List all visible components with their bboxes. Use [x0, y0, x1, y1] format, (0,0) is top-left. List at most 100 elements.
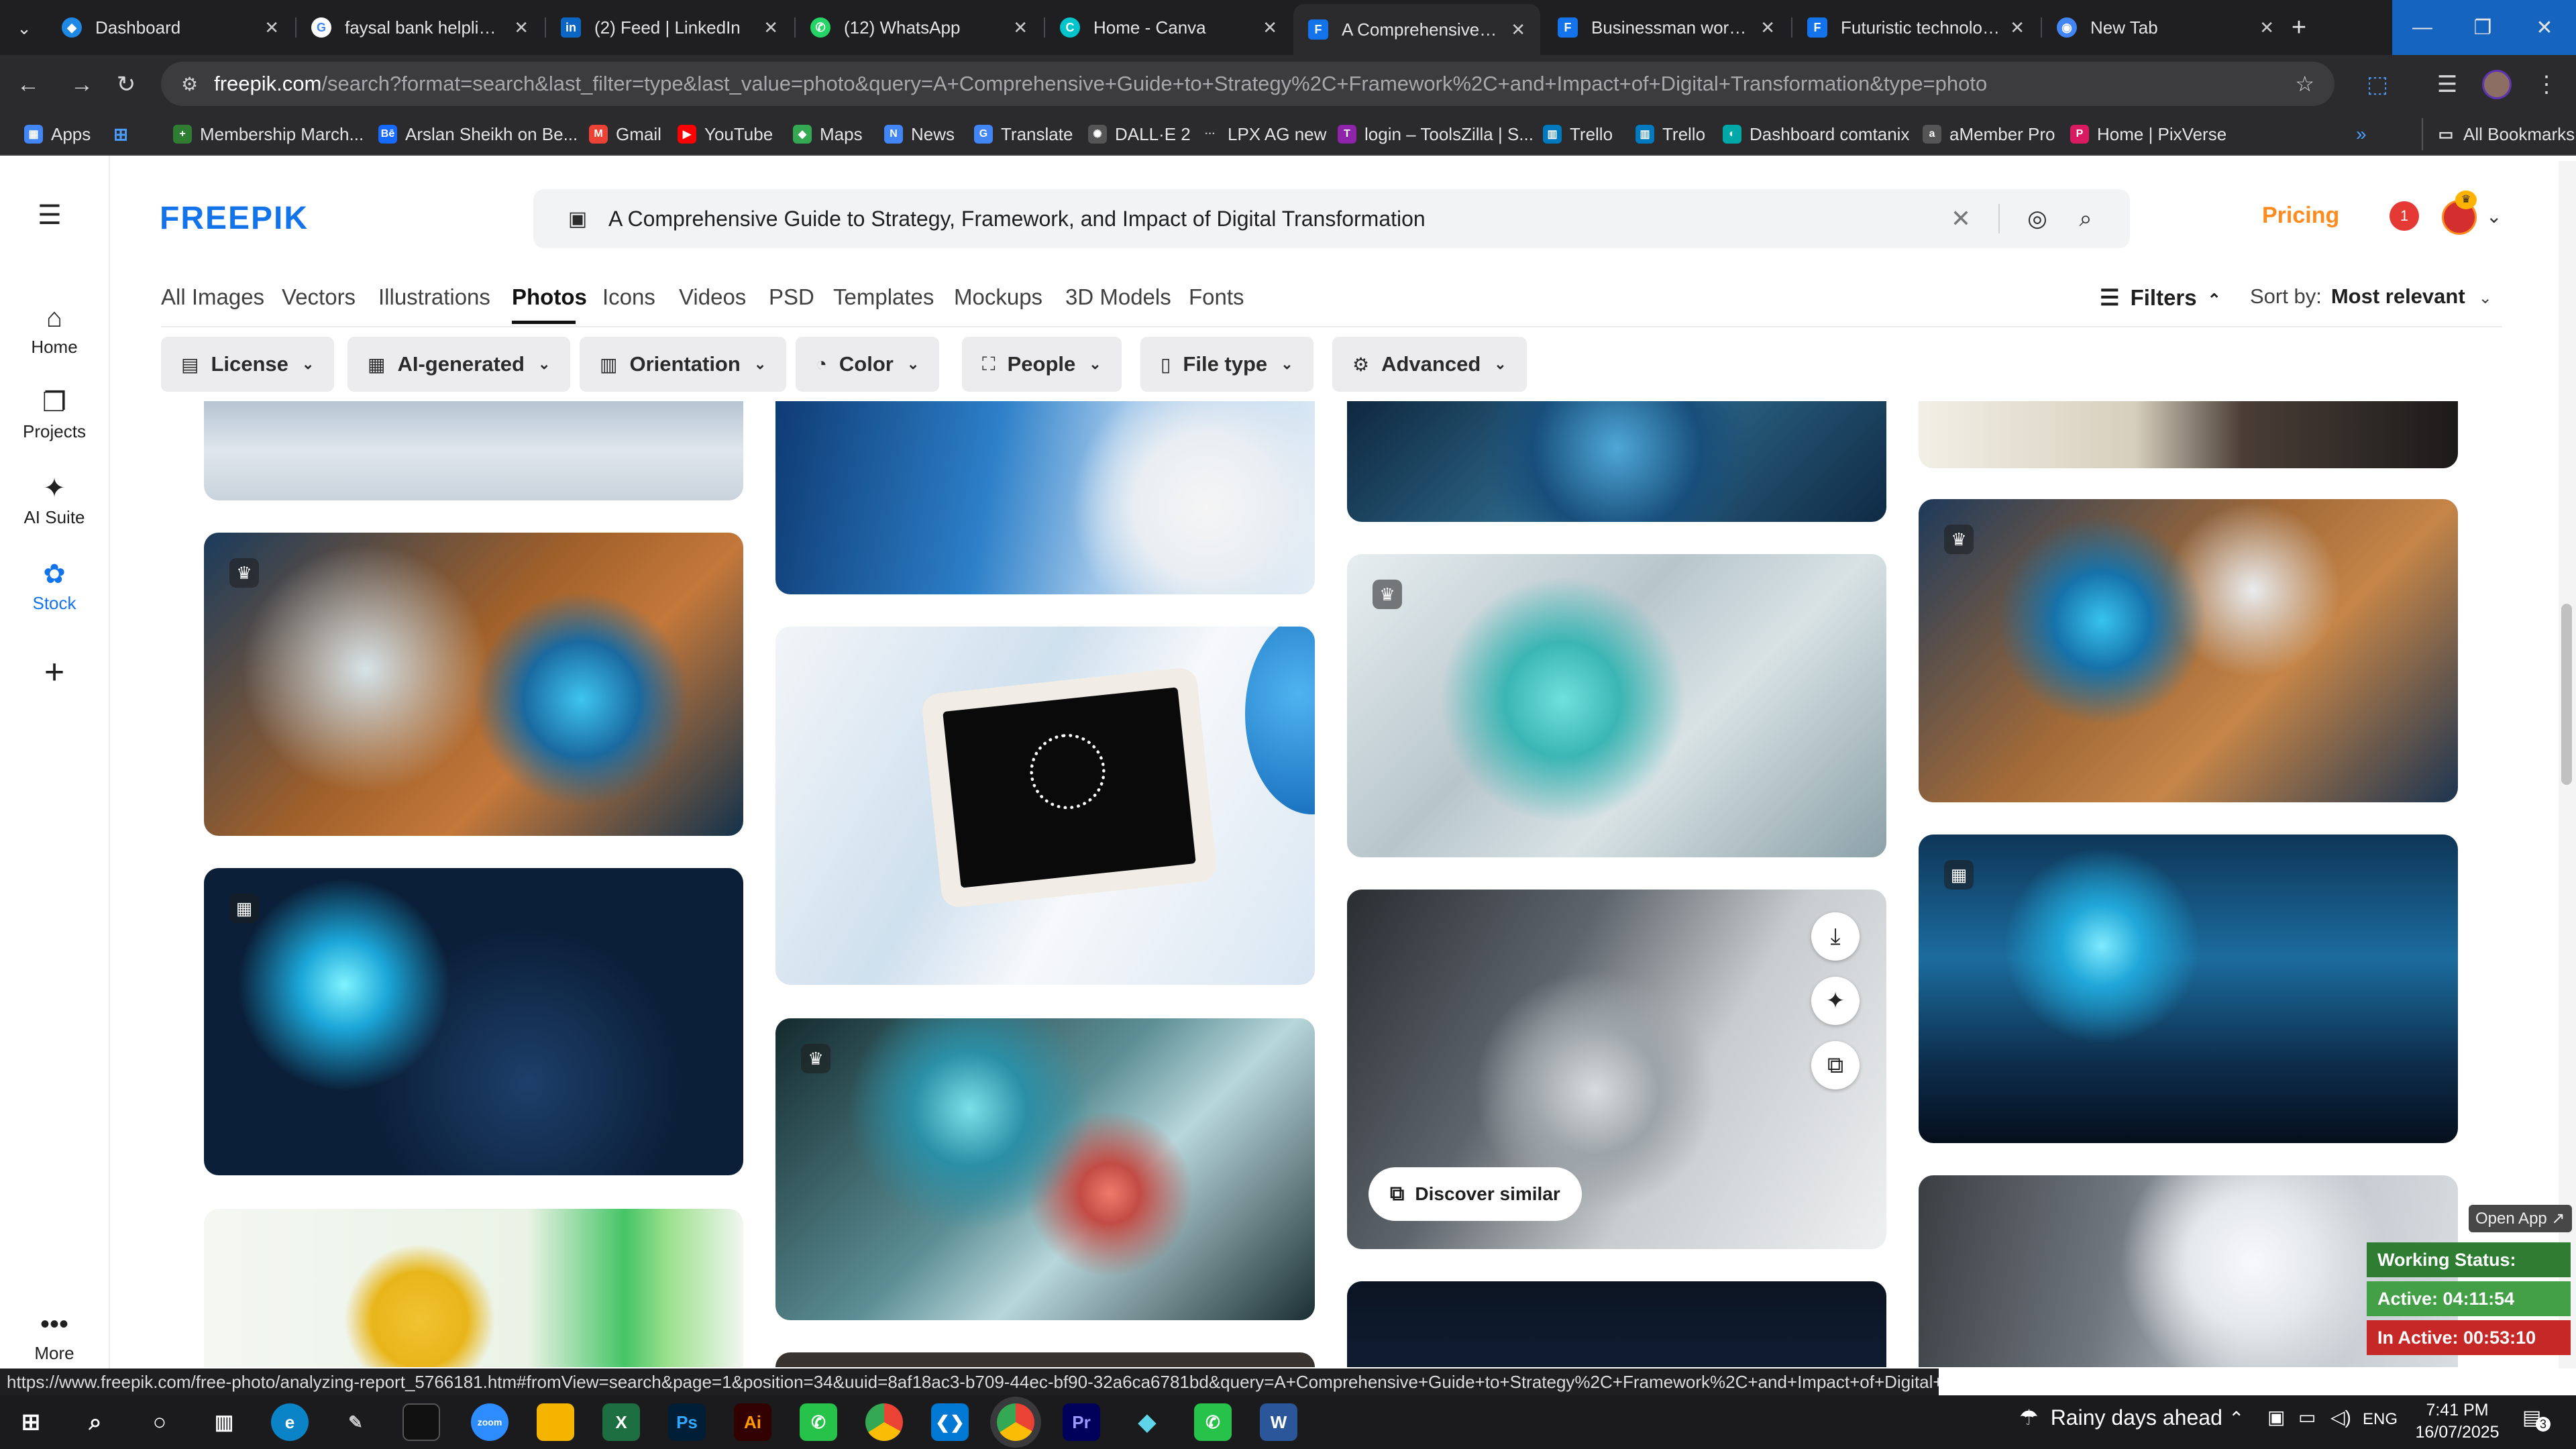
close-tab-icon[interactable]: ✕ [2010, 17, 2025, 38]
language-indicator[interactable]: ENG [2363, 1410, 2398, 1429]
bookmark-item[interactable]: M Gmail [589, 118, 661, 150]
restore-icon[interactable]: ❐ [2453, 0, 2513, 55]
tab-photos[interactable]: Photos [512, 284, 587, 310]
pen-icon[interactable]: ✎ [337, 1403, 374, 1441]
rail-item-ai-suite[interactable]: ✦ AI Suite [0, 474, 109, 528]
pricing-link[interactable]: Pricing [2262, 203, 2339, 229]
browser-tab[interactable]: in (2) Feed | LinkedIn ✕ [546, 5, 793, 50]
bookmark-item[interactable]: G Translate [974, 118, 1073, 150]
phone-app-icon[interactable]: ✆ [1194, 1403, 1232, 1441]
clock[interactable]: 7:41 PM 16/07/2025 [2414, 1399, 2501, 1444]
bookmark-grid[interactable]: ⊞ [111, 118, 138, 150]
bookmark-item[interactable]: ··· LPX AG new [1201, 118, 1326, 150]
close-tab-icon[interactable]: ✕ [2259, 17, 2274, 38]
bookmark-item[interactable]: ◆ Maps [793, 118, 863, 150]
tab-icons[interactable]: Icons [602, 284, 655, 310]
all-bookmarks[interactable]: ▭ All Bookmarks [2422, 118, 2575, 150]
rail-item-home[interactable]: ⌂ Home [0, 303, 109, 358]
close-tab-icon[interactable]: ✕ [264, 17, 279, 38]
word-icon[interactable]: W [1260, 1403, 1297, 1441]
notification-center-icon[interactable]: ▤ 3 [2522, 1406, 2551, 1432]
sort-dropdown[interactable]: Sort by: Most relevant ⌄ [2250, 284, 2492, 309]
bookmark-item[interactable]: ▥ Trello [1543, 118, 1613, 150]
image-card[interactable] [1347, 1281, 1886, 1367]
tab-mockups[interactable]: Mockups [954, 284, 1042, 310]
image-card[interactable]: ▦ [204, 868, 743, 1175]
image-card[interactable]: ♛ [775, 1018, 1315, 1320]
add-button[interactable]: + [0, 655, 109, 691]
bookmark-star-icon[interactable]: ☆ [2295, 71, 2314, 97]
account-chevron-down-icon[interactable]: ⌄ [2486, 205, 2502, 227]
excel-icon[interactable]: X [602, 1403, 640, 1441]
browser-menu-icon[interactable]: ⋮ [2528, 66, 2565, 103]
volume-icon[interactable]: ◁) [2330, 1406, 2351, 1428]
phone-app-icon[interactable]: ✆ [800, 1403, 837, 1441]
chrome-icon[interactable] [865, 1403, 903, 1441]
bookmark-item[interactable]: N News [884, 118, 955, 150]
network-icon[interactable]: ▭ [2298, 1406, 2316, 1428]
magic-edit-icon[interactable]: ✦ [1811, 977, 1860, 1025]
browser-tab[interactable]: ✆ (12) WhatsApp ✕ [796, 5, 1042, 50]
tab-fonts[interactable]: Fonts [1189, 284, 1244, 310]
image-card[interactable] [204, 1209, 743, 1367]
tab-vectors[interactable]: Vectors [282, 284, 356, 310]
app-diamond-icon[interactable]: ◆ [1128, 1403, 1166, 1441]
discover-similar-button[interactable]: ⧉ Discover similar [1368, 1167, 1582, 1221]
add-to-collection-icon[interactable]: ⧉ [1811, 1041, 1860, 1089]
bookmarks-overflow-icon[interactable]: » [2356, 118, 2367, 150]
file-explorer-icon[interactable] [537, 1403, 574, 1441]
close-window-icon[interactable]: ✕ [2513, 0, 2576, 55]
back-icon[interactable]: ← [9, 66, 47, 103]
extensions-icon[interactable]: ⬚ [2359, 66, 2396, 103]
bookmark-item[interactable]: ◐ Dashboard comtanix [1723, 118, 1909, 150]
search-icon[interactable]: ⌕ [76, 1403, 114, 1441]
image-card[interactable]: ▦ [1919, 835, 2458, 1143]
new-tab-icon[interactable]: + [2284, 12, 2314, 43]
task-view-icon[interactable]: ▥ [205, 1403, 243, 1441]
search-bar[interactable]: ▣ A Comprehensive Guide to Strategy, Fra… [533, 189, 2130, 248]
image-card[interactable]: ♛ [1347, 554, 1886, 857]
forward-icon[interactable]: → [63, 66, 101, 103]
zoom-icon[interactable]: zoom [471, 1403, 508, 1441]
image-card[interactable] [775, 1352, 1315, 1367]
minimize-icon[interactable]: — [2392, 0, 2453, 55]
image-card[interactable]: ♛ [204, 533, 743, 836]
rail-item-stock[interactable]: ✿ Stock [0, 559, 109, 614]
illustrator-icon[interactable]: Ai [734, 1403, 771, 1441]
filter-orientation[interactable]: ▥ Orientation ⌄ [580, 337, 787, 392]
filter-file-type[interactable]: ▯ File type ⌄ [1140, 337, 1313, 392]
image-card[interactable]: ♛ [1919, 499, 2458, 802]
reload-icon[interactable]: ↻ [107, 66, 145, 103]
premiere-icon[interactable]: Pr [1063, 1403, 1100, 1441]
filter-people[interactable]: ⛶ People ⌄ [962, 337, 1122, 392]
vscode-icon[interactable]: ❮❯ [931, 1403, 969, 1441]
freepik-logo[interactable]: FREEPIK [160, 200, 309, 237]
tab-illustrations[interactable]: Illustrations [378, 284, 490, 310]
filter-advanced[interactable]: ⚙ Advanced ⌄ [1332, 337, 1527, 392]
close-tab-icon[interactable]: ✕ [1760, 17, 1775, 38]
bookmark-item[interactable]: ▥ Trello [1635, 118, 1705, 150]
tab-search-button[interactable]: ⌄ [9, 13, 39, 43]
close-tab-icon[interactable]: ✕ [1511, 19, 1525, 40]
filters-toggle[interactable]: ☰ Filters ⌃ [2100, 284, 2221, 311]
tab-psd[interactable]: PSD [769, 284, 814, 310]
open-app-link[interactable]: Open App ↗ [2469, 1205, 2572, 1232]
bookmark-apps[interactable]: ▦ Apps [24, 118, 91, 150]
bookmark-item[interactable]: + Membership March... [173, 118, 364, 150]
photoshop-icon[interactable]: Ps [668, 1403, 706, 1441]
edge-icon[interactable]: e [271, 1403, 309, 1441]
browser-tab[interactable]: ◆ Dashboard ✕ [47, 5, 294, 50]
image-card[interactable] [775, 401, 1315, 594]
weather-widget[interactable]: ☂ Rainy days ahead [2019, 1405, 2222, 1430]
filter-ai-generated[interactable]: ▦ AI-generated ⌄ [347, 337, 571, 392]
image-type-icon[interactable]: ▣ [557, 199, 598, 239]
browser-tab[interactable]: F Businessman working ✕ [1543, 5, 1790, 50]
chrome-active-icon[interactable] [997, 1403, 1034, 1441]
profile-avatar[interactable] [2478, 66, 2516, 103]
close-tab-icon[interactable]: ✕ [763, 17, 778, 38]
rail-item-projects[interactable]: ❐ Projects [0, 388, 109, 442]
search-icon[interactable]: ⌕ [2065, 199, 2106, 239]
hamburger-menu-icon[interactable]: ☰ [38, 200, 62, 231]
site-info-icon[interactable]: ⚙ [181, 73, 198, 95]
browser-tab[interactable]: ◉ New Tab ✕ [2042, 5, 2289, 50]
